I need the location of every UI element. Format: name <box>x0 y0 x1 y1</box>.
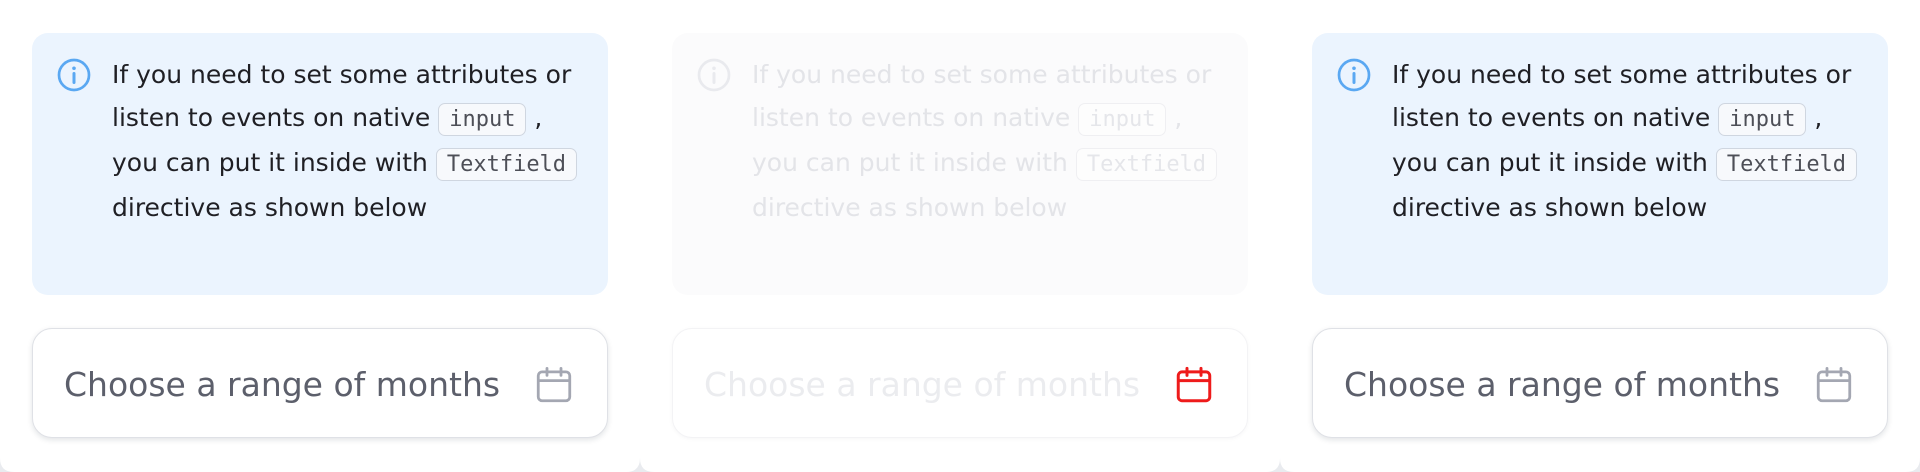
code-textfield: Textfield <box>435 148 578 181</box>
month-range-input[interactable]: Choose a range of months <box>32 328 608 438</box>
code-input: input <box>1078 103 1167 136</box>
info-circle-icon <box>57 58 91 92</box>
code-textfield: Textfield <box>1075 148 1218 181</box>
info-message: If you need to set some attributes or li… <box>752 53 1222 229</box>
textfield-demo-panel-2-disabled: If you need to set some attributes or li… <box>640 0 1280 472</box>
code-textfield: Textfield <box>1715 148 1858 181</box>
textfield-demo-panel-3: If you need to set some attributes or li… <box>1280 0 1920 472</box>
month-range-placeholder: Choose a range of months <box>1344 365 1781 404</box>
info-circle-icon <box>697 58 731 92</box>
code-input: input <box>1718 103 1807 136</box>
info-message: If you need to set some attributes or li… <box>112 53 582 229</box>
info-notification: If you need to set some attributes or li… <box>1312 33 1888 295</box>
calendar-icon[interactable] <box>533 363 575 407</box>
calendar-icon[interactable] <box>1813 363 1855 407</box>
calendar-icon[interactable] <box>1173 363 1215 407</box>
panel-bottom-edges <box>0 458 1920 472</box>
month-range-input-disabled: Choose a range of months <box>672 328 1248 438</box>
info-text-part: directive as shown below <box>112 193 428 222</box>
code-input: input <box>438 103 527 136</box>
month-range-input[interactable]: Choose a range of months <box>1312 328 1888 438</box>
textfield-demo-panel-1: If you need to set some attributes or li… <box>0 0 640 472</box>
info-notification: If you need to set some attributes or li… <box>32 33 608 295</box>
info-notification: If you need to set some attributes or li… <box>672 33 1248 295</box>
month-range-placeholder: Choose a range of months <box>64 365 501 404</box>
info-circle-icon <box>1337 58 1371 92</box>
info-text-part: directive as shown below <box>1392 193 1708 222</box>
info-text-part: directive as shown below <box>752 193 1068 222</box>
info-message: If you need to set some attributes or li… <box>1392 53 1862 229</box>
month-range-placeholder: Choose a range of months <box>704 365 1141 404</box>
